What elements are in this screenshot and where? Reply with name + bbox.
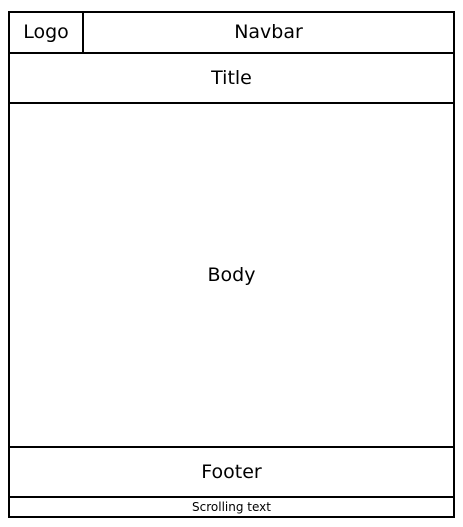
logo-box[interactable]: Logo: [10, 13, 84, 52]
title-box: Title: [10, 54, 453, 104]
footer-box: Footer: [10, 448, 453, 498]
scrolling-text-label: Scrolling text: [192, 500, 271, 514]
body-label: Body: [207, 263, 256, 286]
navbar-box[interactable]: Navbar: [84, 13, 453, 52]
header-row: Logo Navbar: [10, 13, 453, 54]
title-label: Title: [211, 66, 252, 89]
footer-label: Footer: [201, 460, 262, 483]
scrolling-text-bar: Scrolling text: [10, 498, 453, 516]
body-box: Body: [10, 104, 453, 448]
navbar-label: Navbar: [234, 21, 303, 43]
logo-label: Logo: [23, 21, 69, 43]
wireframe-frame: Logo Navbar Title Body Footer Scrolling …: [8, 11, 455, 518]
